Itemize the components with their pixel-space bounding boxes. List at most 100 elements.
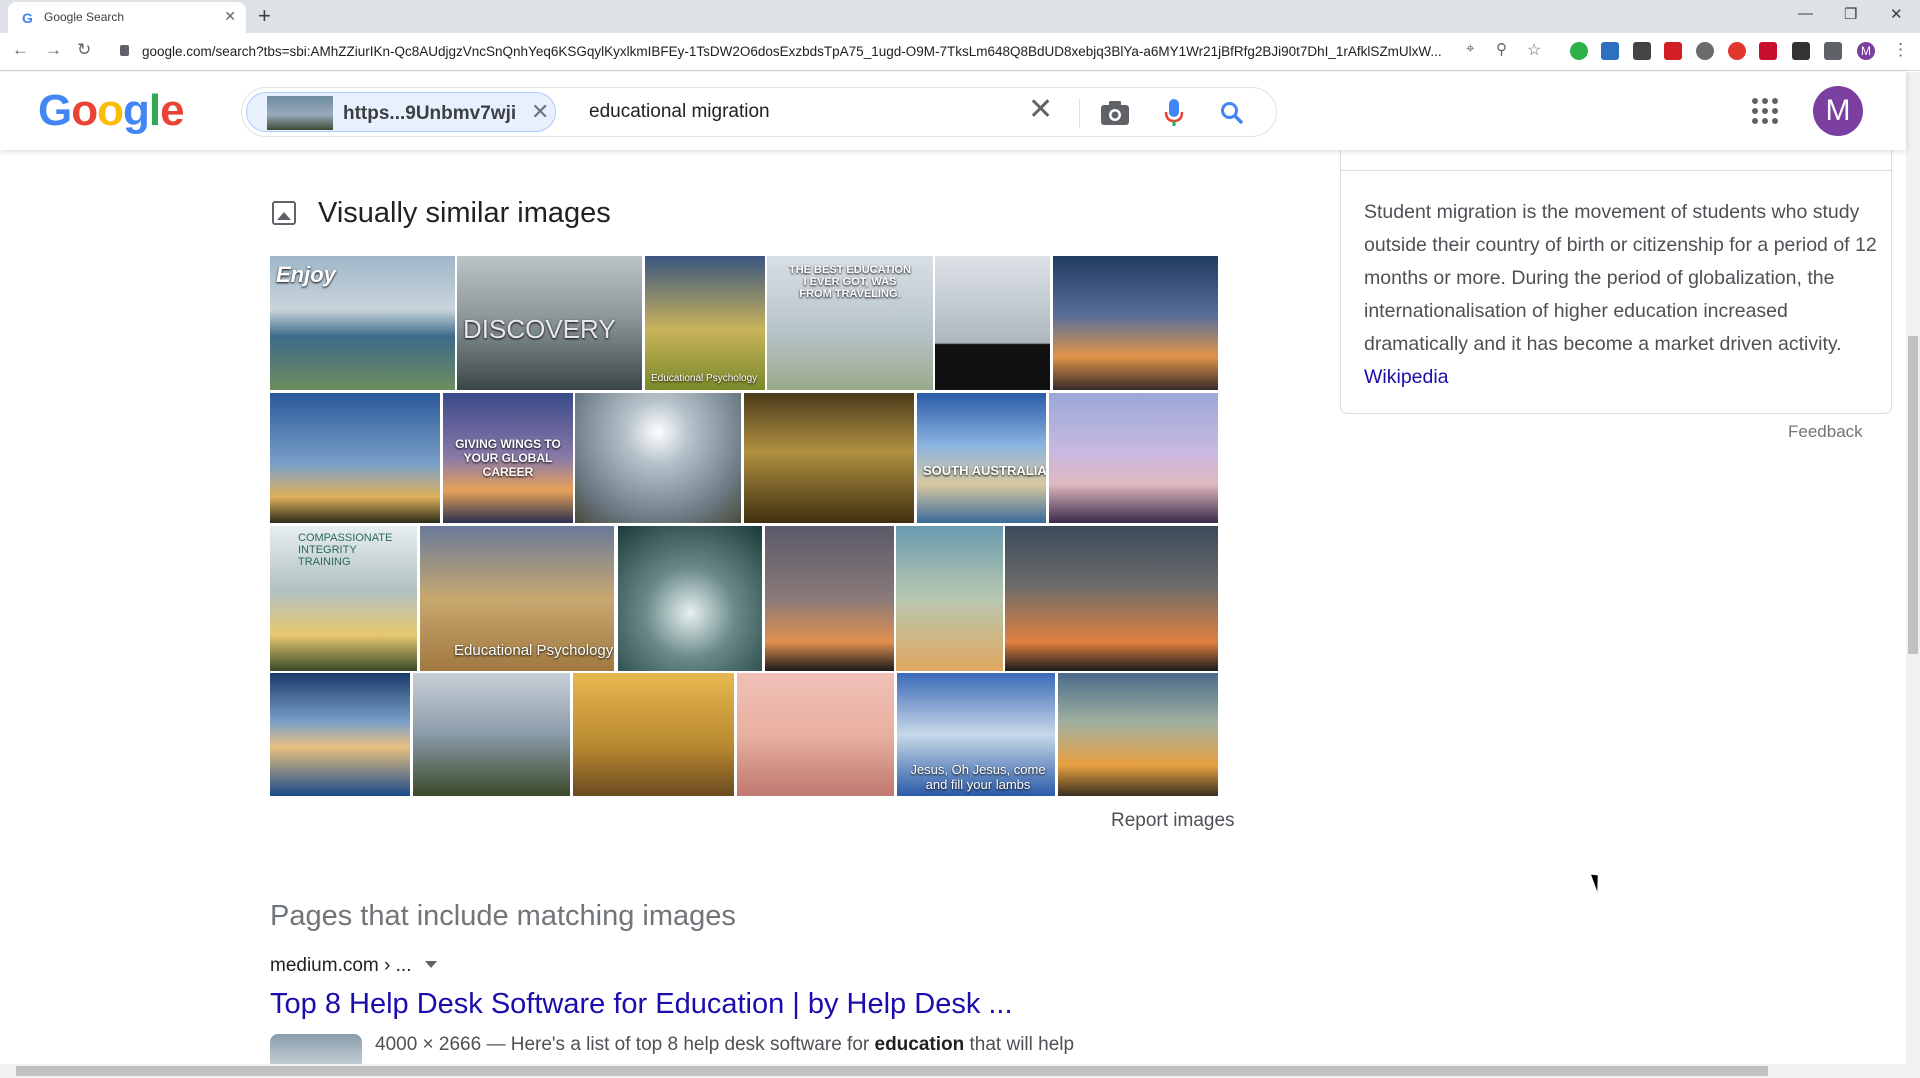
browser-toolbar: ← → ↻ google.com/search?tbs=sbi:AMhZZiur… — [0, 33, 1920, 71]
google-header: Google https...9Unbmv7wji ✕ educational … — [0, 72, 1906, 150]
back-button[interactable]: ← — [12, 40, 29, 60]
divider — [1079, 98, 1080, 128]
mouse-cursor-icon — [1591, 872, 1603, 892]
extension-evernote-icon[interactable] — [1570, 42, 1588, 60]
browser-menu-icon[interactable]: ⋮ — [1892, 40, 1909, 60]
google-logo[interactable]: Google — [38, 86, 185, 136]
similar-image[interactable] — [744, 393, 914, 523]
similar-image[interactable]: Jesus, Oh Jesus, come and fill your lamb… — [897, 673, 1055, 796]
extension-pdf-icon[interactable] — [1664, 42, 1682, 60]
browser-tab-strip: G Google Search ✕ + — ❐ ✕ — [0, 0, 1920, 33]
extension-recycle-icon[interactable] — [1696, 42, 1714, 60]
description-text: Student migration is the movement of stu… — [1364, 201, 1877, 355]
similar-image[interactable] — [1058, 673, 1218, 796]
similar-image[interactable]: DISCOVERY — [457, 256, 642, 390]
extension-pocket-icon[interactable] — [1759, 42, 1777, 60]
bookmark-star-icon[interactable]: ☆ — [1527, 40, 1541, 60]
extension-cube-icon[interactable] — [1633, 42, 1651, 60]
similar-image[interactable] — [737, 673, 894, 796]
similar-image[interactable] — [270, 393, 440, 523]
image-caption: DISCOVERY — [463, 314, 616, 344]
search-icon[interactable] — [1220, 101, 1244, 125]
similar-image[interactable]: Enjoy — [270, 256, 455, 390]
snippet-prefix: 4000 × 2666 — Here's a list of top 8 hel… — [375, 1034, 875, 1055]
knowledge-panel: Student migration is the movement of stu… — [1340, 110, 1893, 414]
remove-image-icon[interactable]: ✕ — [531, 99, 549, 125]
similar-image[interactable] — [1049, 393, 1218, 523]
result-thumbnail[interactable] — [270, 1034, 362, 1064]
lock-icon — [120, 45, 129, 56]
similar-image[interactable] — [1053, 256, 1218, 390]
query-image-thumbnail — [267, 96, 333, 130]
search-box[interactable]: https...9Unbmv7wji ✕ educational migrati… — [241, 87, 1277, 137]
image-caption: SOUTH AUSTRALIA — [923, 463, 1046, 478]
horizontal-scroll-thumb[interactable] — [16, 1066, 1768, 1076]
image-caption: THE BEST EDUCATION I EVER GOT, WAS FROM … — [788, 264, 912, 300]
close-window-button[interactable]: ✕ — [1890, 5, 1903, 23]
result-title-link[interactable]: Top 8 Help Desk Software for Education |… — [270, 988, 1013, 1021]
camera-icon[interactable] — [1100, 100, 1130, 126]
zoom-icon[interactable]: ⚲ — [1496, 40, 1507, 58]
search-input[interactable]: educational migration — [589, 101, 770, 123]
extension-red-icon[interactable] — [1728, 42, 1746, 60]
profile-avatar[interactable]: M — [1857, 42, 1875, 60]
browser-tab[interactable]: G Google Search ✕ — [8, 2, 246, 33]
google-favicon-icon: G — [22, 10, 33, 26]
minimize-button[interactable]: — — [1798, 5, 1813, 22]
apps-grid-icon[interactable] — [1752, 98, 1778, 124]
similar-image[interactable]: THE BEST EDUCATION I EVER GOT, WAS FROM … — [767, 256, 933, 390]
similar-image[interactable] — [765, 526, 894, 671]
matching-pages-heading: Pages that include matching images — [270, 900, 736, 932]
similar-image[interactable] — [413, 673, 570, 796]
restore-button[interactable]: ❐ — [1844, 5, 1857, 23]
wikipedia-link[interactable]: Wikipedia — [1364, 366, 1449, 388]
search-by-image-chip[interactable]: https...9Unbmv7wji ✕ — [246, 92, 556, 132]
extension-chart-icon[interactable] — [1601, 42, 1619, 60]
result-domain: medium.com › ... — [270, 955, 412, 976]
similar-image[interactable]: COMPASSIONATE INTEGRITY TRAINING — [270, 526, 417, 671]
similar-image[interactable]: Educational Psychology — [645, 256, 765, 390]
similar-image[interactable] — [575, 393, 741, 523]
url-text: google.com/search?tbs=sbi:AMhZZiurIKn-Qc… — [142, 44, 1442, 59]
image-caption: Educational Psychology — [651, 373, 758, 384]
similar-image[interactable] — [935, 256, 1050, 390]
microphone-icon[interactable] — [1164, 98, 1184, 128]
address-bar[interactable]: google.com/search?tbs=sbi:AMhZZiurIKn-Qc… — [110, 37, 1470, 67]
similar-image[interactable] — [270, 673, 410, 796]
dropdown-arrow-icon[interactable] — [425, 961, 438, 968]
location-icon[interactable]: ⌖ — [1466, 40, 1474, 57]
similar-image[interactable] — [1005, 526, 1218, 671]
result-snippet: 4000 × 2666 — Here's a list of top 8 hel… — [375, 1034, 1074, 1056]
result-cite[interactable]: medium.com › ... — [270, 955, 438, 977]
image-caption: COMPASSIONATE INTEGRITY TRAINING — [298, 532, 393, 568]
forward-button[interactable]: → — [45, 40, 62, 60]
snippet-suffix: that will help — [964, 1034, 1075, 1055]
extensions-puzzle-icon[interactable] — [1824, 42, 1842, 60]
image-caption: GIVING WINGS TO YOUR GLOBAL CAREER — [455, 437, 561, 479]
knowledge-description: Student migration is the movement of stu… — [1364, 196, 1879, 394]
similar-image[interactable] — [573, 673, 734, 796]
image-caption: Educational Psychology — [454, 642, 614, 659]
tab-title: Google Search — [44, 10, 125, 24]
feedback-link[interactable]: Feedback — [1788, 422, 1863, 442]
similar-image[interactable] — [618, 526, 762, 671]
snippet-bold: education — [874, 1034, 965, 1055]
new-tab-button[interactable]: + — [258, 3, 271, 29]
tab-close-icon[interactable]: ✕ — [224, 8, 236, 25]
divider — [1341, 170, 1893, 171]
account-avatar[interactable]: M — [1813, 86, 1863, 136]
report-images-link[interactable]: Report images — [1111, 810, 1235, 832]
clear-search-icon[interactable]: ✕ — [1028, 94, 1053, 126]
image-caption: Enjoy — [276, 262, 336, 287]
image-icon — [272, 201, 296, 225]
similar-image[interactable]: Educational Psychology — [420, 526, 614, 671]
extension-dark-icon[interactable] — [1792, 42, 1810, 60]
similar-image[interactable]: GIVING WINGS TO YOUR GLOBAL CAREER — [443, 393, 573, 523]
similar-image[interactable] — [896, 526, 1003, 671]
reload-button[interactable]: ↻ — [77, 40, 91, 60]
vertical-scroll-thumb[interactable] — [1908, 336, 1918, 654]
section-heading: Visually similar images — [318, 197, 611, 229]
image-chip-label: https...9Unbmv7wji — [343, 103, 517, 124]
similar-image[interactable]: SOUTH AUSTRALIA — [917, 393, 1046, 523]
image-caption: Jesus, Oh Jesus, come and fill your lamb… — [910, 762, 1046, 792]
